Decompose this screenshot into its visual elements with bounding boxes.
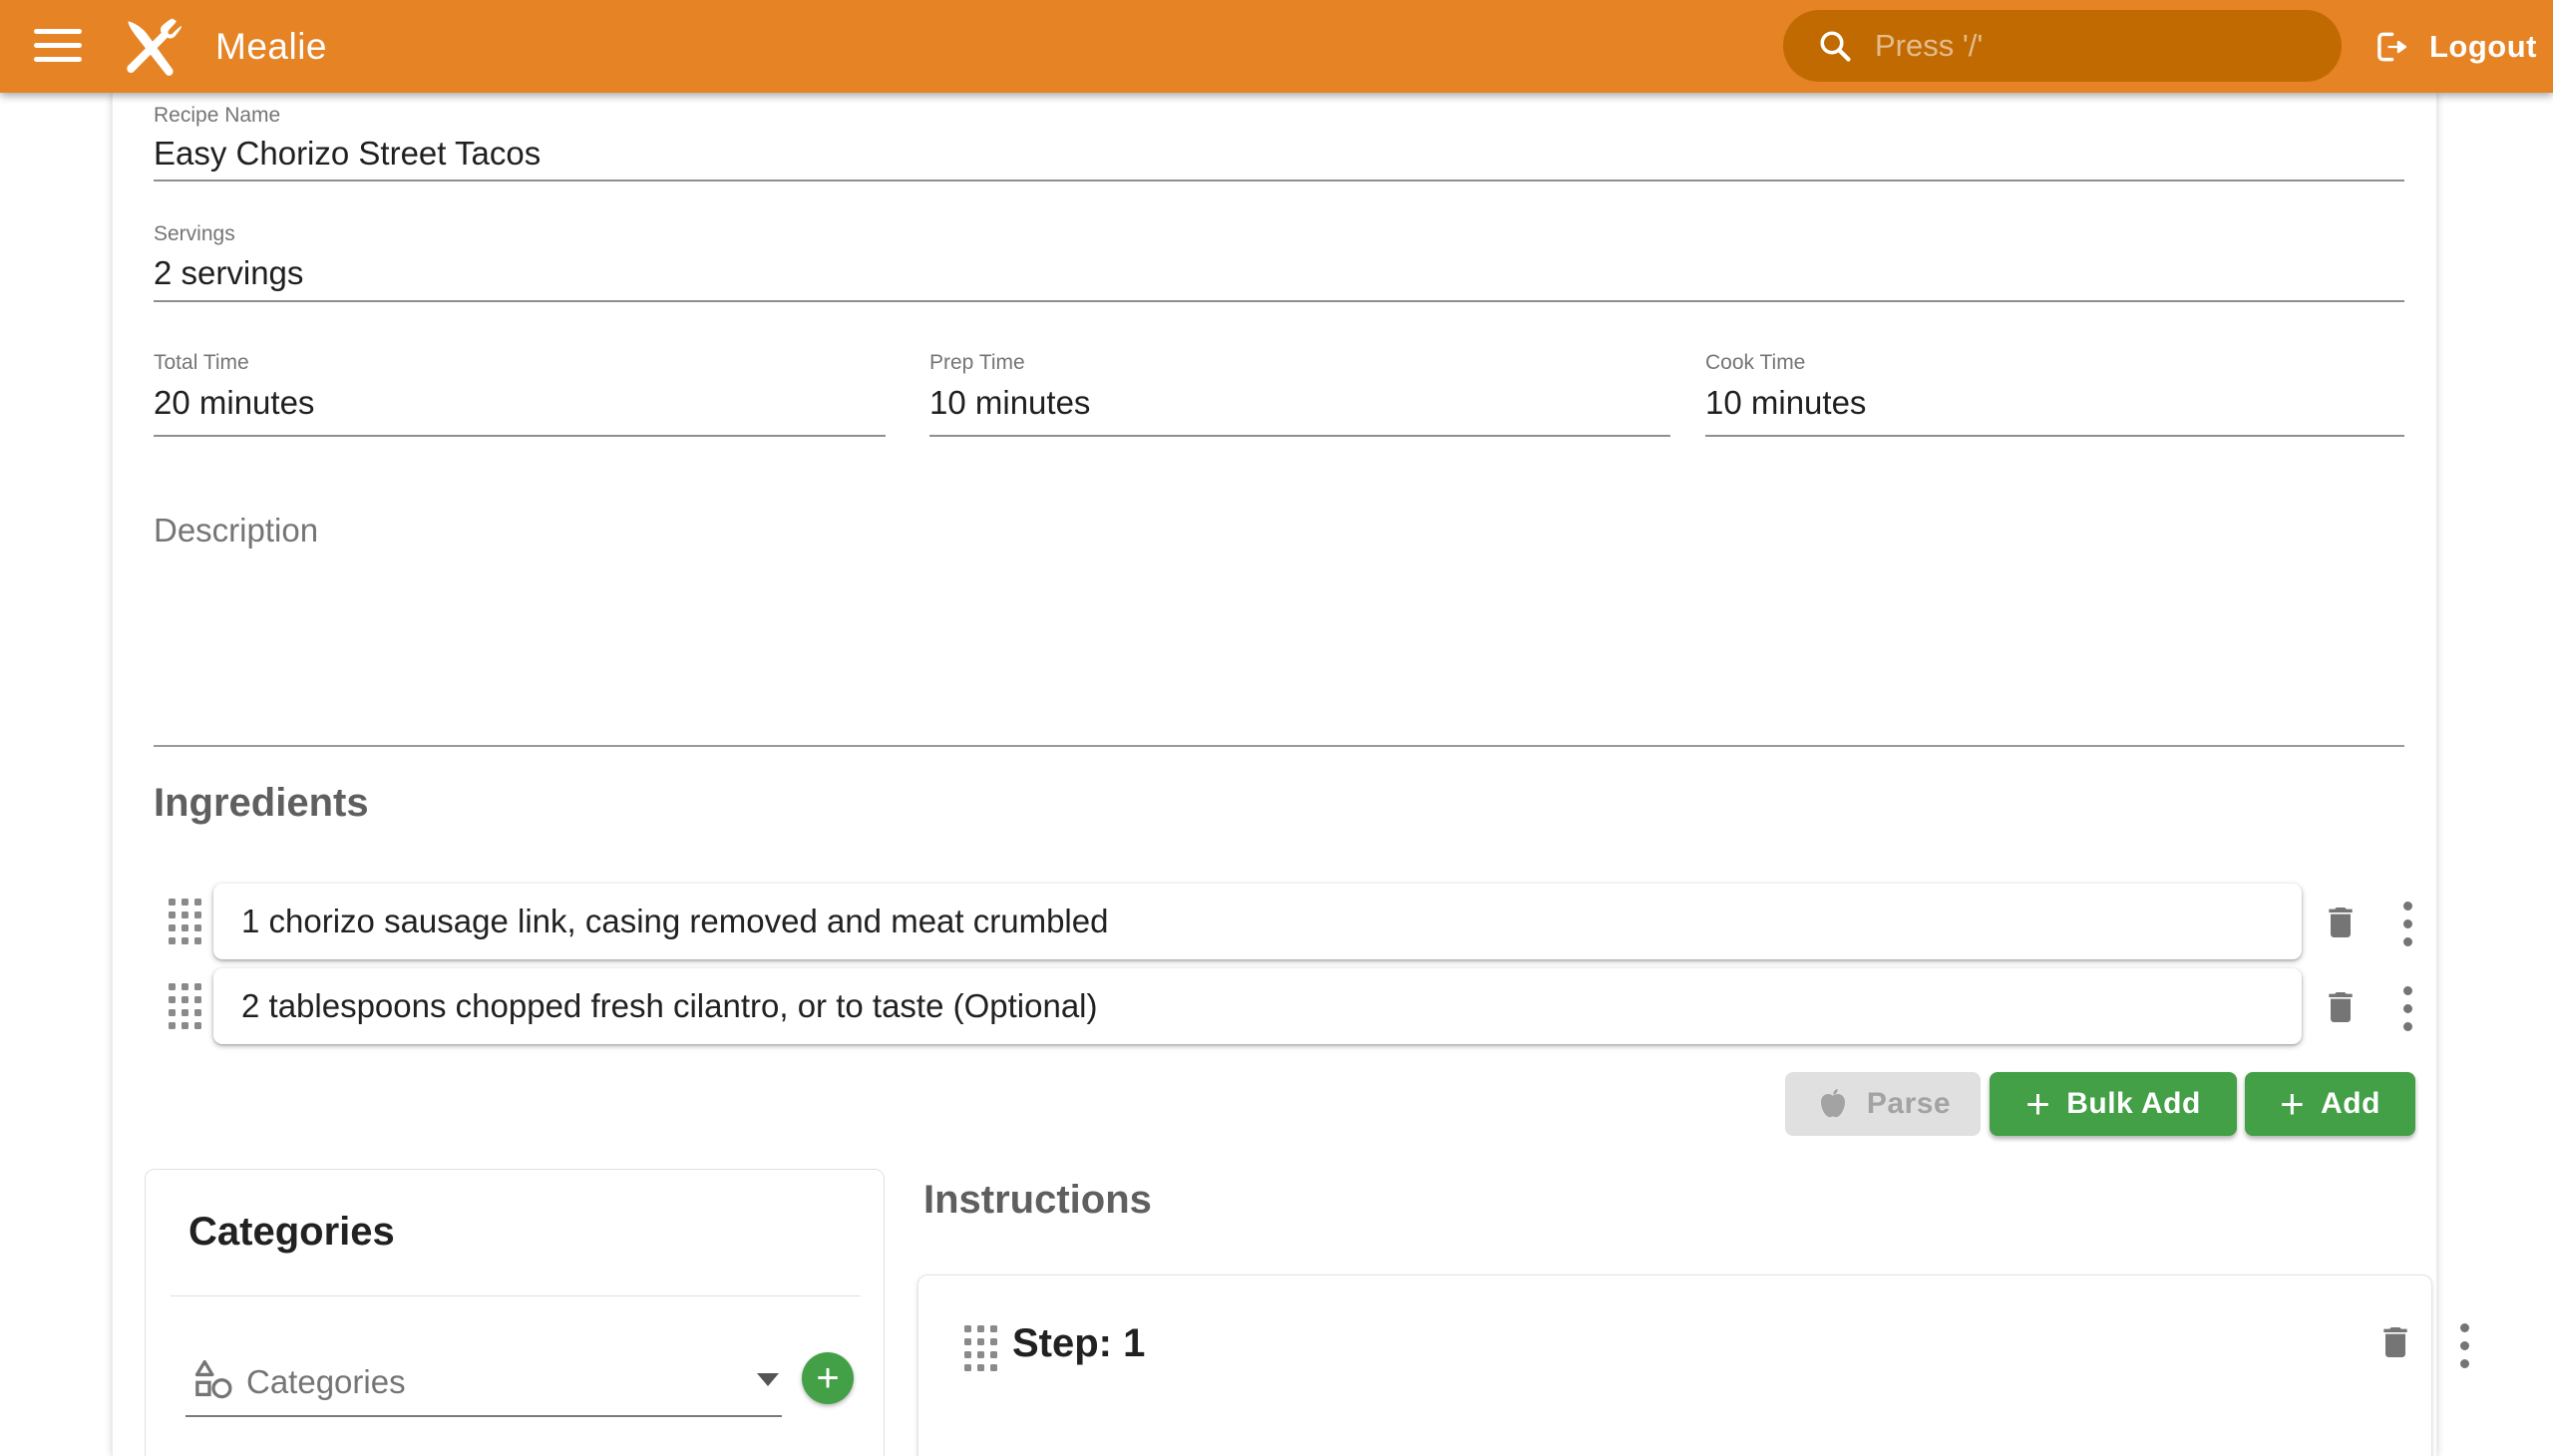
ingredient-menu-button[interactable] — [2397, 896, 2418, 952]
plus-icon: + — [816, 1356, 839, 1401]
search-icon — [1817, 28, 1853, 64]
trash-icon — [2375, 1322, 2415, 1362]
app-title: Mealie — [215, 0, 327, 93]
categories-card: Categories Categories + — [145, 1169, 885, 1456]
ingredient-delete-button[interactable] — [2318, 900, 2364, 945]
categories-select-underline — [185, 1415, 782, 1417]
description-underline — [154, 745, 2404, 747]
apple-icon — [1815, 1086, 1851, 1122]
plus-icon: + — [2025, 1083, 2050, 1125]
total-time-label: Total Time — [154, 351, 249, 375]
step-delete-button[interactable] — [2372, 1319, 2418, 1365]
servings-label: Servings — [154, 222, 235, 246]
ingredient-drag-handle[interactable] — [169, 899, 201, 944]
parse-label: Parse — [1867, 1087, 1951, 1121]
logout-button[interactable]: Logout — [2371, 0, 2537, 93]
categories-divider — [171, 1295, 861, 1296]
trash-icon — [2321, 903, 2361, 942]
menu-icon[interactable] — [34, 29, 82, 65]
ingredient-menu-button[interactable] — [2397, 980, 2418, 1037]
servings-input[interactable]: 2 servings — [154, 254, 303, 292]
ingredients-heading: Ingredients — [154, 781, 369, 826]
step-title: Step: 1 — [1012, 1321, 1145, 1366]
prep-time-input[interactable]: 10 minutes — [929, 384, 1090, 422]
ingredient-drag-handle[interactable] — [169, 983, 201, 1029]
prep-time-underline — [929, 435, 1670, 437]
category-shapes-icon — [191, 1357, 235, 1401]
logout-icon — [2371, 28, 2409, 66]
ingredient-text: 1 chorizo sausage link, casing removed a… — [241, 903, 1108, 940]
chevron-down-icon[interactable] — [757, 1373, 779, 1386]
search-placeholder: Press '/' — [1875, 28, 1983, 64]
plus-icon: + — [2280, 1083, 2305, 1125]
recipe-name-input[interactable]: Easy Chorizo Street Tacos — [154, 135, 541, 173]
instructions-heading: Instructions — [923, 1178, 1152, 1223]
ingredient-delete-button[interactable] — [2318, 984, 2364, 1030]
logout-label: Logout — [2429, 29, 2537, 65]
cook-time-underline — [1705, 435, 2404, 437]
recipe-editor-card: Recipe Name Easy Chorizo Street Tacos Se… — [112, 93, 2437, 1456]
ingredient-input[interactable]: 2 tablespoons chopped fresh cilantro, or… — [213, 968, 2302, 1044]
add-category-button[interactable]: + — [802, 1352, 854, 1404]
total-time-underline — [154, 435, 886, 437]
search-input[interactable]: Press '/' — [1783, 10, 2342, 82]
app-header: Mealie Press '/' Logout — [0, 0, 2553, 93]
trash-icon — [2321, 987, 2361, 1027]
bulk-add-button[interactable]: + Bulk Add — [1990, 1072, 2237, 1136]
total-time-input[interactable]: 20 minutes — [154, 384, 314, 422]
add-button[interactable]: + Add — [2245, 1072, 2415, 1136]
description-label: Description — [154, 512, 318, 549]
recipe-editor-page: Mealie Press '/' Logout Recipe Name Easy… — [0, 0, 2553, 1456]
cook-time-input[interactable]: 10 minutes — [1705, 384, 1866, 422]
step-menu-button[interactable] — [2454, 1317, 2475, 1374]
recipe-name-label: Recipe Name — [154, 104, 280, 128]
prep-time-label: Prep Time — [929, 351, 1025, 375]
add-label: Add — [2321, 1087, 2380, 1121]
bulk-add-label: Bulk Add — [2066, 1087, 2201, 1121]
parse-button[interactable]: Parse — [1785, 1072, 1981, 1136]
ingredient-text: 2 tablespoons chopped fresh cilantro, or… — [241, 987, 1098, 1025]
cook-time-label: Cook Time — [1705, 351, 1805, 375]
categories-card-title: Categories — [188, 1210, 395, 1255]
step-card: Step: 1 Combine crumbled chorizo and chi… — [917, 1274, 2432, 1456]
mealie-logo-icon — [116, 12, 185, 82]
categories-select[interactable]: Categories — [246, 1363, 406, 1401]
ingredient-input[interactable]: 1 chorizo sausage link, casing removed a… — [213, 884, 2302, 959]
servings-underline — [154, 300, 2404, 302]
step-drag-handle[interactable] — [964, 1325, 997, 1371]
description-textarea[interactable] — [154, 551, 2404, 741]
recipe-name-underline — [154, 180, 2404, 182]
